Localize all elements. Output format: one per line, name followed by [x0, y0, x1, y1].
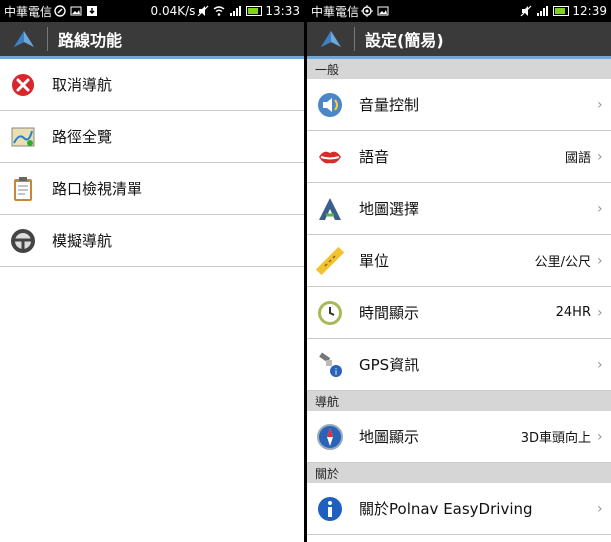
setting-map-selection[interactable]: 地圖選擇 › — [307, 183, 611, 235]
battery-icon — [553, 6, 570, 16]
satellite-icon: i — [319, 351, 342, 378]
settings-list: 一般 音量控制 › 語音 國語 › 地圖選擇 › 單位 公里/公尺 › 時間顯示… — [307, 59, 611, 535]
chevron-right-icon: › — [597, 200, 603, 217]
chevron-right-icon: › — [597, 96, 603, 113]
image-notify-icon — [70, 6, 82, 16]
chevron-right-icon: › — [597, 500, 603, 517]
item-label: 關於Polnav EasyDriving — [359, 500, 533, 518]
section-header-navigation: 導航 — [307, 391, 611, 411]
item-value: 24HR — [555, 305, 591, 320]
item-label: 音量控制 — [359, 96, 420, 114]
carrier-label: 中華電信 — [4, 4, 53, 19]
item-label: 地圖選擇 — [359, 200, 420, 218]
list-item-route-overview[interactable]: 路徑全覽 — [0, 111, 304, 163]
item-value: 3D車頭向上 — [520, 431, 591, 446]
settings-screen: 中華電信 12:39 設定(簡易) 一般 音量控制 › 語音 國語 › 地圖選擇… — [307, 0, 611, 542]
gps-icon — [361, 5, 374, 17]
navigation-arrow-icon — [13, 31, 34, 47]
speaker-icon — [318, 92, 342, 117]
wifi-icon — [213, 6, 225, 16]
clock-time: 13:33 — [265, 4, 300, 18]
setting-voice[interactable]: 語音 國語 › — [307, 131, 611, 183]
lips-icon — [319, 151, 341, 163]
list-item-intersection-list[interactable]: 路口檢視清單 — [0, 163, 304, 215]
download-notify-icon — [87, 6, 98, 16]
item-label: 語音 — [359, 148, 390, 166]
item-label: 時間顯示 — [359, 304, 420, 322]
cell-signal-icon — [537, 6, 549, 16]
image-notify-icon — [377, 6, 389, 16]
status-bar: 中華電信 12:39 — [307, 0, 611, 22]
route-function-list: 取消導航 路徑全覽 路口檢視清單 模擬導航 — [0, 59, 304, 267]
setting-units[interactable]: 單位 公里/公尺 › — [307, 235, 611, 287]
chevron-right-icon: › — [597, 252, 603, 269]
mute-icon — [520, 5, 532, 17]
item-value: 公里/公尺 — [534, 255, 591, 270]
item-label: 取消導航 — [52, 76, 113, 94]
cancel-icon — [10, 71, 36, 98]
network-speed: 0.04K/s — [150, 4, 196, 18]
item-label: 地圖顯示 — [359, 428, 420, 446]
battery-icon — [246, 6, 263, 16]
item-label: 單位 — [359, 252, 390, 270]
item-value: 國語 — [564, 151, 591, 166]
section-header-general: 一般 — [307, 59, 611, 79]
app-title-bar: 設定(簡易) — [307, 22, 611, 59]
svg-text:i: i — [335, 368, 338, 378]
steering-wheel-icon — [11, 228, 35, 253]
list-item-cancel-navigation[interactable]: 取消導航 — [0, 59, 304, 111]
cell-signal-icon — [230, 6, 242, 16]
carrier-label: 中華電信 — [311, 4, 360, 19]
route-functions-screen: 中華電信 0.04K/s 13:33 路線功能 取消導航 路徑全覽 路口檢視清單… — [0, 0, 304, 542]
clock-icon — [318, 300, 342, 325]
page-title: 設定(簡易) — [365, 31, 444, 50]
map-select-icon — [319, 197, 341, 220]
mute-icon — [197, 5, 209, 17]
app-logo[interactable] — [0, 27, 48, 51]
chevron-right-icon: › — [597, 428, 603, 445]
app-logo[interactable] — [307, 27, 355, 51]
info-icon — [318, 496, 342, 521]
setting-volume-control[interactable]: 音量控制 › — [307, 79, 611, 131]
item-label: 模擬導航 — [52, 232, 113, 250]
setting-time-display[interactable]: 時間顯示 24HR › — [307, 287, 611, 339]
setting-map-display[interactable]: 地圖顯示 3D車頭向上 › — [307, 411, 611, 463]
chevron-right-icon: › — [597, 148, 603, 165]
chevron-right-icon: › — [597, 304, 603, 321]
setting-about[interactable]: 關於Polnav EasyDriving › — [307, 483, 611, 535]
chevron-right-icon: › — [597, 356, 603, 373]
app-title-bar: 路線功能 — [0, 22, 304, 59]
ruler-icon — [316, 246, 344, 275]
route-overview-icon — [11, 127, 35, 146]
signal-notify-icon — [54, 5, 66, 17]
page-title: 路線功能 — [58, 31, 123, 50]
clipboard-icon — [14, 176, 32, 201]
status-bar: 中華電信 0.04K/s 13:33 — [0, 0, 304, 22]
clock-time: 12:39 — [572, 4, 607, 18]
navigation-arrow-icon — [320, 31, 341, 47]
compass-icon — [317, 423, 343, 450]
section-header-about: 關於 — [307, 463, 611, 483]
item-label: 路口檢視清單 — [52, 180, 143, 198]
setting-gps-info[interactable]: i GPS資訊 › — [307, 339, 611, 391]
list-item-simulated-navigation[interactable]: 模擬導航 — [0, 215, 304, 267]
item-label: GPS資訊 — [359, 356, 420, 374]
item-label: 路徑全覽 — [52, 128, 113, 146]
